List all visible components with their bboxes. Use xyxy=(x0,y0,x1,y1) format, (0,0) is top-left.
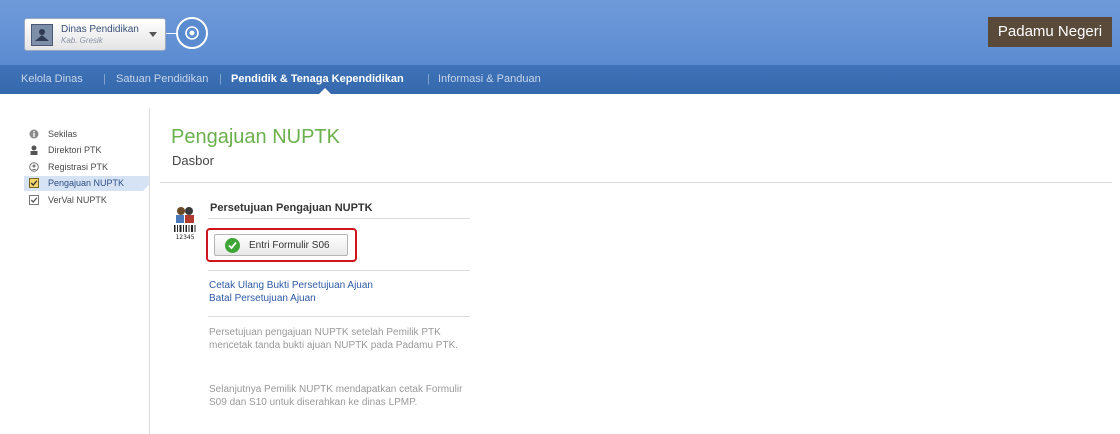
nav-item-pendidik[interactable]: Pendidik & Tenaga Kependidikan xyxy=(231,65,404,94)
divider xyxy=(160,182,1112,183)
org-name: Dinas Pendidikan xyxy=(61,24,139,35)
sidebar-item-registrasi-ptk[interactable]: Registrasi PTK xyxy=(24,160,150,175)
info-note: Selanjutnya Pemilik NUPTK mendapatkan ce… xyxy=(209,384,463,408)
brand-label: Padamu Negeri xyxy=(988,17,1112,47)
info-icon xyxy=(29,129,39,139)
checkbox-icon xyxy=(29,195,39,205)
nav-item-kelola-dinas[interactable]: Kelola Dinas xyxy=(21,65,83,94)
register-icon xyxy=(29,162,39,172)
nav-separator: | xyxy=(219,73,222,85)
sidebar-item-label: Registrasi PTK xyxy=(48,162,109,172)
sidebar-divider xyxy=(149,108,150,434)
nav-item-informasi[interactable]: Informasi & Panduan xyxy=(438,65,541,94)
sidebar-item-label: Sekilas xyxy=(48,129,78,139)
chevron-down-icon xyxy=(149,32,157,37)
barcode-number: 12345 xyxy=(175,234,194,241)
batal-persetujuan-link[interactable]: Batal Persetujuan Ajuan xyxy=(209,293,316,304)
sidebar-item-label: Direktori PTK xyxy=(48,145,102,155)
nav-active-pointer xyxy=(319,88,331,94)
org-subtitle: Kab. Gresik xyxy=(61,36,103,45)
sidebar-item-pengajuan-nuptk[interactable]: Pengajuan NUPTK xyxy=(24,176,150,191)
home-button[interactable] xyxy=(176,17,208,49)
sidebar-item-verval-nuptk[interactable]: VerVal NUPTK xyxy=(24,193,150,208)
highlight-box xyxy=(206,228,357,262)
org-logo-icon xyxy=(31,24,53,46)
main-nav: Kelola Dinas | Satuan Pendidikan | Pendi… xyxy=(0,65,1120,94)
divider xyxy=(208,316,470,317)
divider xyxy=(208,218,470,219)
nav-item-satuan-pendidikan[interactable]: Satuan Pendidikan xyxy=(116,65,208,94)
nav-separator: | xyxy=(103,73,106,85)
person-icon xyxy=(30,145,38,155)
info-note: Persetujuan pengajuan NUPTK setelah Pemi… xyxy=(209,327,459,351)
sidebar-item-label: VerVal NUPTK xyxy=(48,195,107,205)
divider xyxy=(208,270,470,271)
sidebar-item-sekilas[interactable]: Sekilas xyxy=(24,127,150,142)
section-title: Persetujuan Pengajuan NUPTK xyxy=(210,202,373,214)
connector-line xyxy=(166,33,176,34)
sidebar-item-label: Pengajuan NUPTK xyxy=(48,178,125,188)
cetak-ulang-bukti-link[interactable]: Cetak Ulang Bukti Persetujuan Ajuan xyxy=(209,280,373,291)
emblem-icon xyxy=(185,26,199,40)
page-title: Pengajuan NUPTK xyxy=(171,126,340,148)
sidebar-item-direktori-ptk[interactable]: Direktori PTK xyxy=(24,143,150,158)
checkbox-icon xyxy=(29,178,39,188)
nav-separator: | xyxy=(427,73,430,85)
top-bar: Dinas Pendidikan Kab. Gresik Padamu Nege… xyxy=(0,0,1120,65)
org-switcher-dropdown[interactable]: Dinas Pendidikan Kab. Gresik xyxy=(24,18,166,51)
page-subtitle: Dasbor xyxy=(172,153,214,168)
nuptk-card-icon: 12345 xyxy=(172,205,198,245)
